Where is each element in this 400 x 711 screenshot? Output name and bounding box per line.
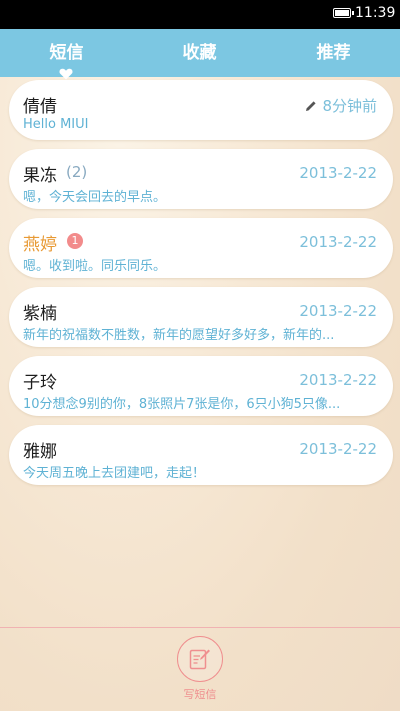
message-preview: 嗯。收到啦。同乐同乐。	[23, 259, 167, 274]
message-time: 2013-2-22	[299, 440, 377, 458]
message-preview: 新年的祝福数不胜数，新年的愿望好多好多，新年的...	[23, 328, 335, 343]
bottom-divider	[0, 627, 400, 628]
conversation-item[interactable]: 子玲 2013-2-22 10分想念9别的你，8张照片7张是你，6只小狗5只像.…	[9, 356, 393, 416]
tab-bar: 短信 收藏 推荐	[0, 29, 400, 80]
message-time: 2013-2-22	[299, 371, 377, 389]
conversation-item[interactable]: 果冻 (2) 2013-2-22 嗯，今天会回去的早点。	[9, 149, 393, 209]
message-time: 8分钟前	[322, 97, 377, 115]
compose-button[interactable]	[177, 636, 223, 682]
message-time: 2013-2-22	[299, 233, 377, 251]
message-preview: 今天周五晚上去团建吧，走起！	[23, 466, 206, 481]
compose-label: 写短信	[183, 688, 217, 701]
pencil-icon	[306, 100, 317, 111]
compose-icon	[189, 649, 210, 670]
tab-favorites[interactable]: 收藏	[133, 29, 266, 77]
conversation-item[interactable]: 倩倩 8分钟前 Hello MIUI	[9, 80, 393, 140]
contact-name: 倩倩	[23, 97, 57, 117]
message-preview: Hello MIUI	[23, 117, 89, 132]
heart-indicator-icon	[59, 68, 73, 80]
contact-name: 果冻	[23, 166, 57, 186]
contact-name: 燕婷	[23, 235, 57, 255]
contact-name: 子玲	[23, 373, 57, 393]
message-time: 2013-2-22	[299, 302, 377, 320]
status-bar: 11:39	[0, 0, 400, 29]
battery-icon	[333, 8, 354, 18]
conversation-item[interactable]: 雅娜 2013-2-22 今天周五晚上去团建吧，走起！	[9, 425, 393, 485]
contact-name: 紫楠	[23, 304, 57, 324]
message-count: (2)	[66, 163, 88, 181]
status-time: 11:39	[355, 5, 396, 21]
tab-recommend[interactable]: 推荐	[267, 29, 400, 77]
conversation-item[interactable]: 燕婷 1 2013-2-22 嗯。收到啦。同乐同乐。	[9, 218, 393, 278]
message-time: 2013-2-22	[299, 164, 377, 182]
message-preview: 10分想念9别的你，8张照片7张是你，6只小狗5只像...	[23, 397, 341, 412]
contact-name: 雅娜	[23, 442, 57, 462]
message-preview: 嗯，今天会回去的早点。	[23, 190, 167, 205]
draft-time: 8分钟前	[305, 95, 377, 116]
conversation-item[interactable]: 紫楠 2013-2-22 新年的祝福数不胜数，新年的愿望好多好多，新年的...	[9, 287, 393, 347]
unread-badge: 1	[67, 233, 83, 249]
